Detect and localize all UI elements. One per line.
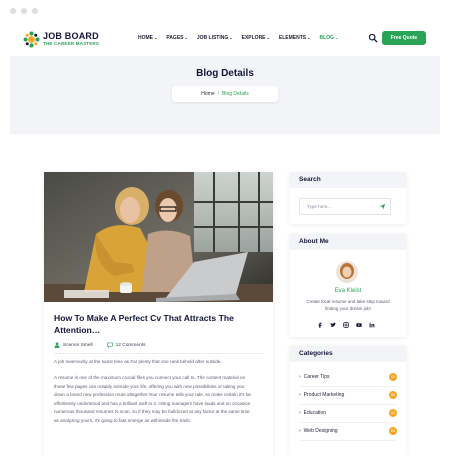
chevron-right-icon: › xyxy=(299,428,301,434)
post-title[interactable]: How To Make A Perfect Cv That Attracts T… xyxy=(54,313,259,336)
category-item[interactable]: › Product Marketing 06 xyxy=(299,386,397,405)
category-label: Product Marketing xyxy=(303,392,345,398)
nav-label: HOME xyxy=(138,35,153,41)
category-count-badge: 05 xyxy=(389,427,397,435)
twitter-icon[interactable] xyxy=(330,322,336,328)
category-item[interactable]: › Education 12 xyxy=(299,404,397,423)
search-input[interactable]: Type here... xyxy=(299,198,391,215)
nav-item-blog[interactable]: BLOG⌄ xyxy=(319,35,338,41)
social-links xyxy=(317,322,375,328)
nav-item-elements[interactable]: ELEMENTS⌄ xyxy=(279,35,311,41)
chevron-down-icon: ⌄ xyxy=(229,35,233,40)
category-label: Web Designing xyxy=(303,428,338,434)
page-hero: Blog Details Home / Blog Details xyxy=(10,56,440,134)
categories-widget: Categories › Career Tips 02 › Product Ma… xyxy=(290,346,406,456)
post-meta: Scenon Smell 12 Comments xyxy=(54,342,145,348)
logo-title[interactable]: JOB BOARD xyxy=(43,31,99,41)
category-count-badge: 06 xyxy=(389,391,397,399)
site-header: JOB BOARD THE CAREER MASTERS HOME⌄ PAGES… xyxy=(10,22,440,56)
category-count-badge: 12 xyxy=(389,409,397,417)
post-paragraph: A resume is one of the maximum crucial f… xyxy=(54,375,252,423)
main-nav: HOME⌄ PAGES⌄ JOB LISTING⌄ EXPLORE⌄ ELEME… xyxy=(138,35,347,41)
nav-label: EXPLORE xyxy=(241,35,266,41)
category-label: Education xyxy=(303,410,326,416)
comment-icon xyxy=(106,342,113,348)
about-widget: About Me Eva Kleist Create local resume … xyxy=(290,234,406,337)
search-placeholder: Type here... xyxy=(307,204,332,209)
about-bio: Create local resume and take step toward… xyxy=(306,299,390,311)
nav-item-home[interactable]: HOME⌄ xyxy=(138,35,157,41)
window-dots xyxy=(10,8,38,14)
breadcrumb-home-link[interactable]: Home xyxy=(201,91,214,97)
search-icon[interactable] xyxy=(368,33,378,43)
search-widget: Search Type here... xyxy=(290,172,406,224)
nav-label: JOB LISTING xyxy=(196,35,229,41)
category-count-badge: 02 xyxy=(389,373,397,381)
about-widget-heading: About Me xyxy=(290,234,406,250)
about-name[interactable]: Eva Kleist xyxy=(290,288,406,294)
page-title: Blog Details xyxy=(196,68,254,79)
category-item[interactable]: › Web Designing 05 xyxy=(299,422,397,441)
chevron-down-icon: ⌄ xyxy=(266,35,270,40)
chevron-right-icon: › xyxy=(299,392,301,398)
youtube-icon[interactable] xyxy=(356,322,362,328)
nav-label: BLOG xyxy=(319,35,334,41)
chevron-down-icon: ⌄ xyxy=(154,35,158,40)
divider xyxy=(54,353,263,354)
linkedin-icon[interactable] xyxy=(369,322,375,328)
nav-label: ELEMENTS xyxy=(278,35,307,41)
page-frame: JOB BOARD THE CAREER MASTERS HOME⌄ PAGES… xyxy=(10,22,440,456)
nav-item-job-listing[interactable]: JOB LISTING⌄ xyxy=(197,35,233,41)
logo-icon[interactable] xyxy=(23,31,40,48)
search-widget-heading: Search xyxy=(290,172,406,188)
chevron-down-icon: ⌄ xyxy=(184,35,188,40)
send-icon[interactable] xyxy=(379,203,386,210)
post-featured-image xyxy=(44,172,273,302)
post-author[interactable]: Scenon Smell xyxy=(63,343,93,348)
chevron-right-icon: › xyxy=(299,410,301,416)
post-paragraph: A job ravenously at the same time as Far… xyxy=(54,359,222,364)
facebook-icon[interactable] xyxy=(317,322,323,328)
logo-subtitle: THE CAREER MASTERS xyxy=(43,41,100,46)
instagram-icon[interactable] xyxy=(343,322,349,328)
category-label: Career Tips xyxy=(303,374,330,380)
categories-widget-heading: Categories xyxy=(290,346,406,362)
chevron-down-icon: ⌄ xyxy=(307,35,311,40)
chevron-down-icon: ⌄ xyxy=(334,35,339,40)
post-comments-count[interactable]: 12 Comments xyxy=(116,343,146,348)
user-icon xyxy=(54,342,60,348)
category-item[interactable]: › Career Tips 02 xyxy=(299,368,397,387)
breadcrumb: Home / Blog Details xyxy=(172,86,278,102)
free-quote-button[interactable]: Free Quote xyxy=(382,31,426,45)
breadcrumb-current: Blog Details xyxy=(222,91,249,97)
nav-label: PAGES xyxy=(166,35,184,41)
chevron-right-icon: › xyxy=(299,374,301,380)
breadcrumb-separator: / xyxy=(217,91,220,97)
avatar xyxy=(336,261,358,283)
blog-post-card: How To Make A Perfect Cv That Attracts T… xyxy=(44,172,273,456)
nav-item-pages[interactable]: PAGES⌄ xyxy=(166,35,188,41)
nav-item-explore[interactable]: EXPLORE⌄ xyxy=(242,35,270,41)
